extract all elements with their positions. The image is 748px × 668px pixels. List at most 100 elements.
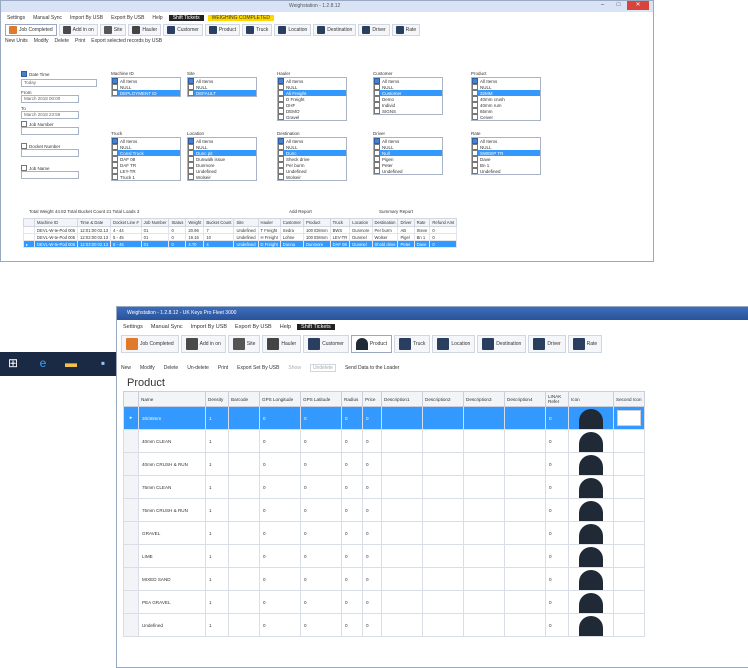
table-cell[interactable]: 4 - 44 (110, 226, 142, 234)
row-indicator[interactable] (123, 613, 139, 637)
table-cell[interactable]: Undefined (233, 240, 259, 248)
product-icon-cell[interactable] (568, 521, 614, 545)
product-icon-cell[interactable] (568, 567, 614, 591)
table-cell[interactable]: 12:01:00 02.13 (77, 226, 112, 234)
tab-customer[interactable]: Customer (163, 24, 203, 36)
tab-product[interactable]: Product (204, 24, 241, 36)
table-cell[interactable] (463, 544, 505, 568)
table-cell[interactable] (463, 429, 505, 453)
table-cell[interactable]: 0 (545, 521, 569, 545)
table-cell[interactable]: Lohne (279, 233, 304, 241)
table-cell[interactable]: 0 (259, 498, 301, 522)
row-indicator[interactable]: ▸ (23, 240, 35, 248)
product-icon-cell[interactable] (568, 475, 614, 499)
table-cell[interactable]: 0 (300, 521, 342, 545)
table-cell[interactable]: 0 (341, 475, 363, 499)
table-cell[interactable]: 1 (205, 452, 229, 476)
table-cell[interactable] (504, 544, 546, 568)
table-cell[interactable]: 0 (259, 429, 301, 453)
table-cell[interactable]: 0 (362, 429, 382, 453)
table-cell[interactable]: 0 (362, 452, 382, 476)
table-cell[interactable] (504, 521, 546, 545)
table-cell[interactable]: 0 (362, 590, 382, 614)
table-cell[interactable]: 5 - 45 (110, 233, 142, 241)
second-icon-cell[interactable] (613, 452, 645, 476)
table-cell[interactable] (463, 452, 505, 476)
table-row[interactable]: PEA GRAVEL 1 0 0 0 0 0 (123, 590, 645, 614)
product-icon-cell[interactable] (568, 590, 614, 614)
table-cell[interactable] (463, 613, 505, 637)
table-cell[interactable]: 01 (140, 233, 170, 241)
tab-job-completed[interactable]: Job Completed (121, 335, 179, 353)
explorer-icon[interactable]: ▬ (64, 356, 78, 370)
add-report-button[interactable]: Add Report (289, 209, 312, 214)
row-indicator[interactable] (123, 590, 139, 614)
tab-hauler[interactable]: Hauler (128, 24, 162, 36)
table-cell[interactable]: 12:02:00 02.13 (77, 233, 112, 241)
table-cell[interactable] (463, 475, 505, 499)
table-cell[interactable]: 0 (259, 567, 301, 591)
menu-export-usb[interactable]: Export By USB (109, 15, 146, 21)
export-usb-button[interactable]: Export selected records by USB (91, 38, 162, 44)
table-cell[interactable]: D Freight (257, 240, 281, 248)
table-cell[interactable]: GRAVEL (138, 521, 206, 545)
tab-rate[interactable]: Rate (391, 24, 421, 36)
table-cell[interactable] (381, 544, 423, 568)
tab-site[interactable]: Site (99, 24, 127, 36)
table-cell[interactable]: Dunmore (302, 240, 331, 248)
table-cell[interactable]: LIME (138, 544, 206, 568)
table-cell[interactable]: 75mm CLEAN (138, 475, 206, 499)
table-cell[interactable]: Undefined (233, 233, 259, 241)
table-cell[interactable] (463, 567, 505, 591)
table-cell[interactable]: Dunmel (349, 240, 373, 248)
table-cell[interactable] (422, 429, 464, 453)
table-cell[interactable] (228, 590, 260, 614)
table-cell[interactable]: 0 (341, 498, 363, 522)
table-cell[interactable]: 75mm CRUSH & RUN (138, 498, 206, 522)
tab-driver[interactable]: Driver (528, 335, 566, 353)
table-cell[interactable] (228, 406, 260, 430)
table-cell[interactable]: 0 (429, 240, 458, 248)
rate-list[interactable]: All Items NULL SWEEP TR Dave Bn 1 Undefi… (471, 137, 541, 175)
delete-button[interactable]: Delete (55, 38, 69, 44)
maximize-icon[interactable]: □ (612, 1, 625, 10)
table-row[interactable]: DEVL-W-te-Pod 005 12:02:00 02.13 5 - 45 01 0… (23, 233, 458, 241)
table-cell[interactable]: 0 (259, 406, 301, 430)
location-list[interactable]: All Items NULL Dunc pit Dunwalk issue Du… (187, 137, 257, 181)
table-row[interactable]: DEVL-W-te-Pod 005 12:01:00 02.13 4 - 44 01 0… (23, 226, 458, 234)
table-cell[interactable] (463, 590, 505, 614)
table-cell[interactable]: DEVL-W-te-Pod 005 (33, 240, 79, 248)
table-cell[interactable]: 0 (259, 452, 301, 476)
table-cell[interactable]: 4 (203, 240, 235, 248)
row-indicator[interactable] (123, 567, 139, 591)
table-row[interactable]: GRAVEL 1 0 0 0 0 0 (123, 521, 645, 545)
table-cell[interactable] (504, 406, 546, 430)
table-cell[interactable] (504, 475, 546, 499)
table-cell[interactable]: 0 (300, 590, 342, 614)
table-cell[interactable]: 0 (429, 233, 458, 241)
date-range-select[interactable]: Today (21, 79, 97, 87)
show-button[interactable]: Show (288, 365, 301, 371)
table-row[interactable]: ▸ DEVL-W-te-Pod 005 12:03:00 02.13 6 - 46 01… (23, 240, 458, 248)
windows-icon[interactable]: ⊞ (6, 356, 20, 370)
menu-shift-tickets[interactable]: Shift Tickets (168, 14, 204, 21)
tab-add-in-on[interactable]: Add in on (180, 335, 226, 353)
table-cell[interactable] (422, 590, 464, 614)
table-cell[interactable] (463, 498, 505, 522)
table-row[interactable]: Undefined 1 0 0 0 0 0 (123, 613, 645, 637)
tab-truck[interactable]: Truck (242, 24, 273, 36)
table-cell[interactable]: 0 (300, 406, 342, 430)
product-icon-cell[interactable] (568, 613, 614, 637)
menu-import-usb[interactable]: Import By USB (68, 15, 105, 21)
date-time-checkbox[interactable]: Date Time (21, 71, 91, 77)
row-indicator[interactable] (123, 544, 139, 568)
row-indicator[interactable] (123, 475, 139, 499)
table-cell[interactable]: 7 (203, 226, 235, 234)
table-cell[interactable]: 1 (205, 498, 229, 522)
table-cell[interactable]: 0 (545, 567, 569, 591)
table-cell[interactable]: 20/40mm (138, 406, 206, 430)
table-cell[interactable]: Shold drive (371, 240, 399, 248)
second-icon-cell[interactable] (613, 406, 645, 430)
site-list[interactable]: All Items NULL DEFAULT (187, 77, 257, 97)
table-cell[interactable] (381, 498, 423, 522)
